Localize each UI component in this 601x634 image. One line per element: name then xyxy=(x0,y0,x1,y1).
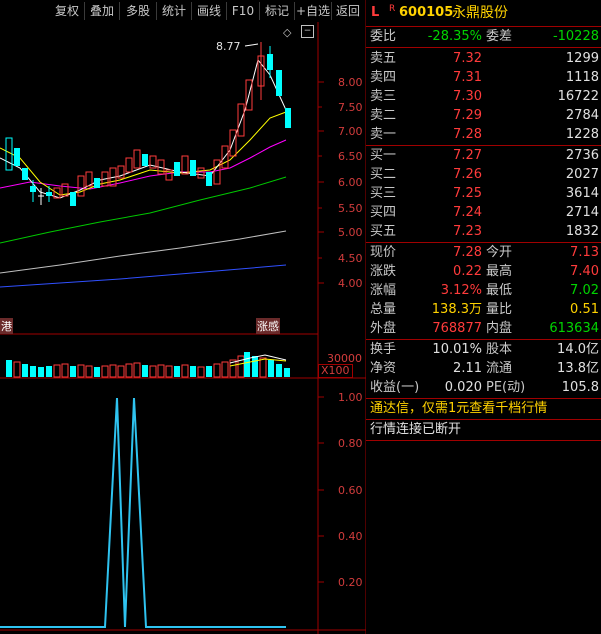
indicator-axis-label: 1.00 xyxy=(338,391,363,404)
sell-row[interactable]: 卖四 7.31 1118 xyxy=(366,69,601,87)
promo-link[interactable]: 通达信，仅需1元查看千档行情 xyxy=(370,400,601,418)
buy-row[interactable]: 买三 7.25 3614 xyxy=(366,185,601,203)
indicator-axis-label: 0.80 xyxy=(338,437,363,450)
event-marker-left[interactable]: 港 xyxy=(0,318,13,334)
weicha-value: -10228 xyxy=(552,29,599,44)
quote-panel: L R 600105 永鼎股份 委比 -28.35% 委差 -10228 卖五 7… xyxy=(366,0,601,634)
indicator-axis-label: 0.20 xyxy=(338,576,363,589)
sell-row[interactable]: 卖五 7.32 1299 xyxy=(366,50,601,68)
collapse-icon[interactable]: − xyxy=(301,25,314,38)
weibi-value: -28.35% xyxy=(427,29,482,44)
high-price-label: 8.77 xyxy=(216,40,241,53)
stat-row: 涨幅 3.12% 最低 7.02 xyxy=(370,283,599,298)
kline-chart[interactable] xyxy=(0,0,366,634)
stock-code: 600105 xyxy=(399,5,454,20)
diamond-icon: ◇ xyxy=(283,26,292,39)
sell-row[interactable]: 卖二 7.29 2784 xyxy=(366,107,601,125)
stat-row: 总量 138.3万 量比 0.51 xyxy=(370,302,599,317)
price-axis-label: 4.00 xyxy=(338,277,363,290)
price-axis-label: 7.50 xyxy=(338,101,363,114)
sell-row[interactable]: 卖三 7.30 16722 xyxy=(366,88,601,106)
price-axis-label: 8.00 xyxy=(338,76,363,89)
connection-status: 行情连接已断开 xyxy=(370,422,462,437)
volume-unit-label: X100 xyxy=(318,364,353,378)
price-axis-label: 4.50 xyxy=(338,252,363,265)
flag-r: R xyxy=(389,4,396,14)
price-axis-label: 6.00 xyxy=(338,176,363,189)
buy-row[interactable]: 买五 7.23 1832 xyxy=(366,223,601,241)
buy-row[interactable]: 买一 7.27 2736 xyxy=(366,147,601,165)
quote-header: L R 600105 永鼎股份 xyxy=(366,4,601,24)
price-axis-label: 5.50 xyxy=(338,202,363,215)
price-axis-label: 5.00 xyxy=(338,226,363,239)
flag-l: L xyxy=(371,5,380,20)
stat-row: 外盘 768877 内盘 613634 xyxy=(370,321,599,336)
buy-row[interactable]: 买二 7.26 2027 xyxy=(366,166,601,184)
buy-row[interactable]: 买四 7.24 2714 xyxy=(366,204,601,222)
price-axis-label: 7.00 xyxy=(338,125,363,138)
fund-row: 收益(一) 0.020 PE(动) 105.8 xyxy=(370,380,599,395)
event-marker-right[interactable]: 涨感 xyxy=(256,318,280,334)
fund-row: 换手 10.01% 股本 14.0亿 xyxy=(370,342,599,357)
stat-row: 涨跌 0.22 最高 7.40 xyxy=(370,264,599,279)
stock-name: 永鼎股份 xyxy=(452,5,508,21)
indicator-axis-label: 0.60 xyxy=(338,484,363,497)
fund-row: 净资 2.11 流通 13.8亿 xyxy=(370,361,599,376)
price-axis-label: 6.50 xyxy=(338,150,363,163)
indicator-axis-label: 0.40 xyxy=(338,530,363,543)
stat-row: 现价 7.28 今开 7.13 xyxy=(370,245,599,260)
sell-row[interactable]: 卖一 7.28 1228 xyxy=(366,126,601,144)
weibi-row: 委比 -28.35% 委差 -10228 xyxy=(370,29,599,44)
indicator-line xyxy=(0,397,286,628)
